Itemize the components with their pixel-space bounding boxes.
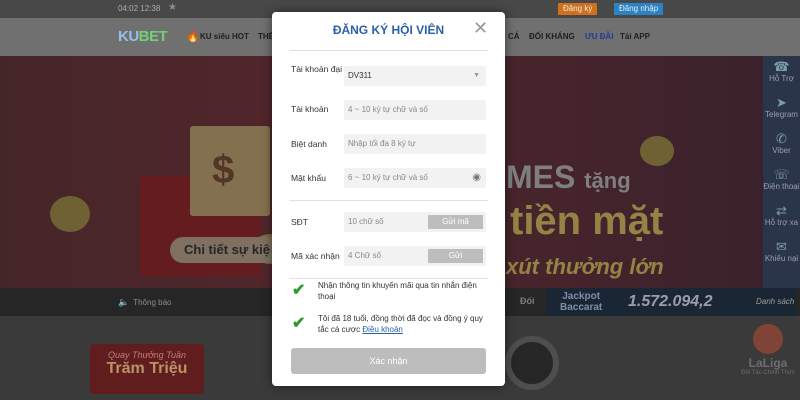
eye-icon[interactable]: ◉ bbox=[472, 168, 481, 188]
arrows-icon: ⇄ bbox=[776, 203, 787, 218]
nav-item-ca[interactable]: CÁ bbox=[508, 32, 520, 41]
laliga-logo-icon bbox=[753, 324, 783, 354]
register-modal: ĐĂNG KÝ HỘI VIÊN ✕ Tài khoản đại lý DV31… bbox=[272, 12, 505, 386]
star-icon[interactable]: ★ bbox=[168, 2, 177, 13]
account-label: Tài khoản bbox=[291, 104, 329, 114]
divider bbox=[289, 200, 488, 201]
check-icon[interactable]: ✔ bbox=[292, 283, 308, 299]
jackpot-panel[interactable]: Jackpot Baccarat 1.572.094,2 Danh sách bbox=[546, 288, 796, 316]
promo-line-1: Quay Thưởng Tuần bbox=[107, 350, 187, 360]
password-label: Mật khẩu bbox=[291, 173, 326, 183]
nickname-input[interactable]: Nhập tối đa 8 ký tự bbox=[344, 134, 486, 154]
slogan-word: tặng bbox=[584, 168, 631, 193]
banner-slogan-2: tiền mặt bbox=[510, 199, 664, 243]
agent-label: Tài khoản đại lý bbox=[291, 64, 351, 74]
nav-item-doi-khang[interactable]: ĐỐI KHÁNG bbox=[529, 32, 575, 41]
ticker-text: Đối bbox=[520, 296, 535, 306]
clock: 04:02 12:38 bbox=[118, 4, 161, 13]
phone-placeholder: 10 chữ số bbox=[348, 217, 384, 226]
send-code-button[interactable]: Gửi mã bbox=[428, 215, 483, 229]
speaker-icon: 🔈 bbox=[118, 297, 130, 307]
phone-input[interactable]: 10 chữ số Gửi mã bbox=[344, 212, 486, 232]
password-input[interactable]: 6 ~ 10 ký tự chữ và số ◉ bbox=[344, 168, 486, 188]
ticket-image: $ bbox=[190, 126, 270, 216]
login-button[interactable]: Đăng nhập bbox=[614, 3, 664, 15]
slogan-word: MES bbox=[506, 159, 576, 195]
verify-label: Mã xác nhận bbox=[291, 251, 340, 261]
promo-sms-consent: Nhận thông tin khuyến mãi qua tin nhắn đ… bbox=[318, 281, 477, 301]
agent-select[interactable]: DV311 ▼ bbox=[344, 66, 486, 86]
side-contact-bar: ☎ Hỗ Trợ ➤ Telegram ✆ Viber ☏ Điện thoại ⇄ Hỗ… bbox=[763, 56, 800, 288]
submit-button[interactable]: Xác nhận bbox=[291, 348, 486, 374]
jackpot-value: 1.572.094,2 bbox=[628, 293, 713, 310]
divider bbox=[289, 278, 488, 279]
nickname-label: Biệt danh bbox=[291, 139, 327, 149]
side-item-label: Viber bbox=[772, 146, 791, 155]
jackpot-label-1: Jackpot bbox=[562, 291, 601, 302]
viber-icon: ✆ bbox=[776, 131, 787, 146]
logo[interactable]: KUBET bbox=[118, 28, 168, 45]
phone-icon: ☏ bbox=[773, 167, 790, 182]
logo-part-b: BET bbox=[138, 28, 168, 45]
side-item-support[interactable]: ☎ Hỗ Trợ bbox=[763, 56, 800, 92]
laliga-partner[interactable]: LaLiga Đối Tác Chính Thức bbox=[738, 318, 798, 398]
headset-icon: ☎ bbox=[773, 59, 790, 74]
banner-slogan-1: MES tặng bbox=[506, 159, 631, 196]
verify-placeholder: 4 Chữ số bbox=[348, 251, 381, 260]
laliga-subtitle: Đối Tác Chính Thức bbox=[741, 370, 795, 376]
verify-code-input[interactable]: 4 Chữ số Gửi bbox=[344, 246, 486, 266]
side-item-complaint[interactable]: ✉ Khiếu nại bbox=[763, 236, 800, 272]
promo-line-2: Trăm Triệu bbox=[106, 360, 188, 377]
phone-label: SĐT bbox=[291, 217, 308, 227]
divider bbox=[289, 50, 488, 51]
page: 04:02 12:38 ★ Đăng ký Đăng nhập KUBET 🔥 … bbox=[0, 0, 800, 400]
side-item-label: Hỗ trợ xa bbox=[764, 218, 799, 227]
side-item-label: Telegram bbox=[765, 110, 798, 119]
nav-item-app[interactable]: Tải APP bbox=[620, 32, 650, 41]
jackpot-list-link[interactable]: Danh sách bbox=[756, 297, 794, 306]
banner-slogan-3: xút thưởng lớn bbox=[506, 254, 664, 279]
chevron-down-icon: ▼ bbox=[473, 72, 480, 79]
notice-text: Thông báo bbox=[133, 298, 172, 307]
fire-icon: 🔥 bbox=[186, 31, 200, 43]
film-reel-image[interactable] bbox=[505, 336, 559, 390]
age-terms-consent: Tôi đã 18 tuổi, đồng thời đã đọc và đồng… bbox=[318, 313, 488, 335]
jackpot-label: Jackpot Baccarat bbox=[560, 291, 602, 313]
coin-image bbox=[50, 196, 90, 232]
complaint-icon: ✉ bbox=[776, 239, 787, 254]
close-icon[interactable]: ✕ bbox=[473, 19, 488, 37]
terms-link[interactable]: Điều khoản bbox=[362, 325, 402, 334]
logo-part-a: KU bbox=[118, 28, 139, 45]
side-item-viber[interactable]: ✆ Viber bbox=[763, 128, 800, 164]
side-item-telegram[interactable]: ➤ Telegram bbox=[763, 92, 800, 128]
side-item-label: Điện thoại bbox=[763, 182, 800, 191]
send-button[interactable]: Gửi bbox=[428, 249, 483, 263]
notice-label[interactable]: 🔈 Thông báo bbox=[118, 297, 171, 308]
check-icon[interactable]: ✔ bbox=[292, 316, 308, 332]
password-placeholder: 6 ~ 10 ký tự chữ và số bbox=[348, 173, 428, 182]
jackpot-label-2: Baccarat bbox=[560, 302, 603, 313]
event-detail-button[interactable]: Chi tiết sự kiệ bbox=[170, 237, 280, 263]
weekly-lottery-promo[interactable]: Quay Thưởng Tuần Trăm Triệu bbox=[90, 344, 204, 394]
side-item-phone[interactable]: ☏ Điện thoại bbox=[763, 164, 800, 200]
coin-image bbox=[640, 136, 674, 166]
side-item-label: Khiếu nại bbox=[764, 254, 799, 263]
side-item-remote[interactable]: ⇄ Hỗ trợ xa bbox=[763, 200, 800, 236]
telegram-icon: ➤ bbox=[776, 95, 787, 110]
nav-item-uu-dai[interactable]: ƯU ĐÃI bbox=[585, 32, 613, 41]
modal-title: ĐĂNG KÝ HỘI VIÊN bbox=[332, 23, 445, 37]
nav-item-hot[interactable]: KU siêu HOT bbox=[200, 32, 249, 41]
register-button[interactable]: Đăng ký bbox=[558, 3, 598, 15]
dollar-icon: $ bbox=[212, 148, 235, 192]
laliga-title: LaLiga bbox=[748, 356, 788, 370]
side-item-label: Hỗ Trợ bbox=[769, 74, 794, 83]
account-input[interactable]: 4 ~ 10 ký tự chữ và số bbox=[344, 100, 486, 120]
agent-value: DV311 bbox=[348, 71, 372, 80]
